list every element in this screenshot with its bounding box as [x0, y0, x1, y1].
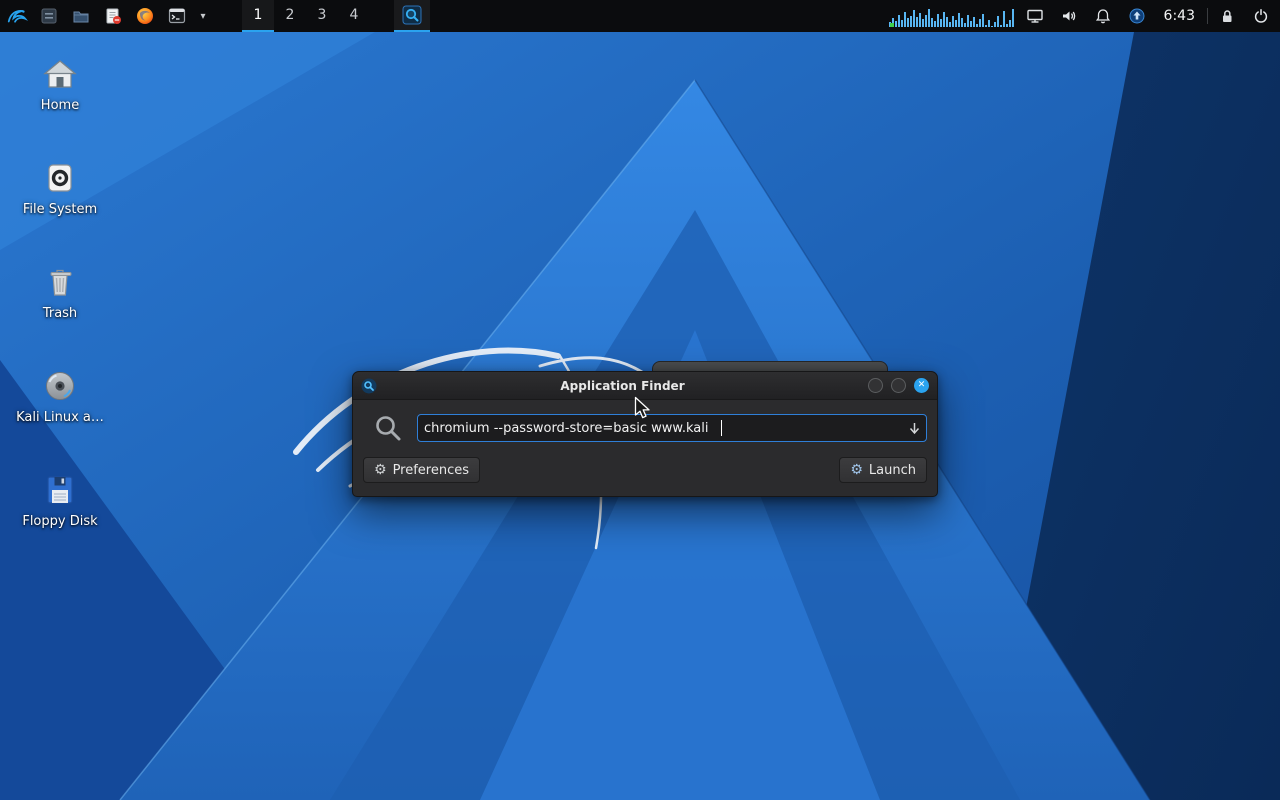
application-finder-icon [361, 378, 377, 394]
window-title: Application Finder [377, 379, 868, 393]
search-input[interactable] [424, 421, 900, 436]
dialog-body [353, 400, 937, 443]
display-settings-icon[interactable] [1020, 0, 1050, 32]
panel-tray: 6:43 [888, 0, 1280, 32]
desktop-icon-home[interactable]: Home [12, 58, 108, 113]
application-finder-task-icon [401, 4, 423, 26]
volume-icon[interactable] [1054, 0, 1084, 32]
cpu-indicator-dot [890, 23, 894, 27]
cpu-graph[interactable] [888, 3, 1016, 29]
desktop-icon-label: Kali Linux a… [16, 410, 104, 425]
launch-button[interactable]: ⚙ Launch [839, 457, 927, 483]
launch-icon: ⚙ [850, 463, 863, 477]
desktop-icon-file-system[interactable]: File System [12, 162, 108, 217]
trash-icon [42, 266, 78, 298]
drive-icon [42, 162, 78, 194]
file-manager-icon[interactable] [36, 0, 62, 32]
home-icon [42, 58, 78, 90]
desktop-icon-trash[interactable]: Trash [12, 266, 108, 321]
dropdown-arrow-icon[interactable] [908, 421, 921, 435]
search-entry [417, 414, 927, 442]
workspace-2[interactable]: 2 [274, 0, 306, 32]
close-button[interactable]: ✕ [914, 378, 929, 393]
maximize-button[interactable] [891, 378, 906, 393]
workspace-3[interactable]: 3 [306, 0, 338, 32]
application-finder-window: Application Finder ✕ ⚙ [352, 371, 938, 497]
folder-icon[interactable] [68, 0, 94, 32]
power-icon[interactable] [1246, 0, 1276, 32]
titlebar[interactable]: Application Finder ✕ [353, 372, 937, 400]
search-icon [373, 413, 403, 443]
preferences-button[interactable]: ⚙ Preferences [363, 457, 480, 483]
firefox-icon[interactable] [132, 0, 158, 32]
desktop-icon-list: Home File System Trash [12, 58, 108, 529]
workspace-4[interactable]: 4 [338, 0, 370, 32]
text-editor-icon[interactable] [100, 0, 126, 32]
top-panel: ▾ 1 2 3 4 [0, 0, 1280, 32]
clock[interactable]: 6:43 [1156, 8, 1203, 24]
workspace-switcher: 1 2 3 4 [242, 0, 370, 32]
launch-label: Launch [869, 463, 916, 478]
desktop-icon-label: File System [23, 202, 97, 217]
desktop-icon-label: Trash [43, 306, 77, 321]
desktop-icon-floppy[interactable]: Floppy Disk [12, 474, 108, 529]
desktop-icon-kali-cd[interactable]: Kali Linux a… [12, 370, 108, 425]
taskbar-application-finder[interactable] [394, 0, 430, 32]
window-buttons: ✕ [868, 378, 929, 393]
minimize-button[interactable] [868, 378, 883, 393]
dialog-button-row: ⚙ Preferences ⚙ Launch [353, 457, 937, 483]
floppy-icon [42, 474, 78, 506]
terminal-dropdown-arrow-icon[interactable]: ▾ [196, 0, 210, 32]
preferences-label: Preferences [393, 463, 469, 478]
updates-icon[interactable] [1122, 0, 1152, 32]
desktop-icon-label: Home [41, 98, 79, 113]
terminal-icon[interactable] [164, 0, 190, 32]
close-icon: ✕ [918, 381, 926, 390]
desktop-icon-label: Floppy Disk [22, 514, 97, 529]
workspace-1[interactable]: 1 [242, 0, 274, 32]
text-caret [721, 420, 722, 436]
kali-menu-icon[interactable] [4, 0, 30, 32]
panel-separator [1207, 8, 1208, 24]
panel-launchers: ▾ 1 2 3 4 [0, 0, 430, 32]
lock-icon[interactable] [1212, 0, 1242, 32]
gear-icon: ⚙ [374, 463, 387, 477]
disc-icon [42, 370, 78, 402]
notifications-bell-icon[interactable] [1088, 0, 1118, 32]
